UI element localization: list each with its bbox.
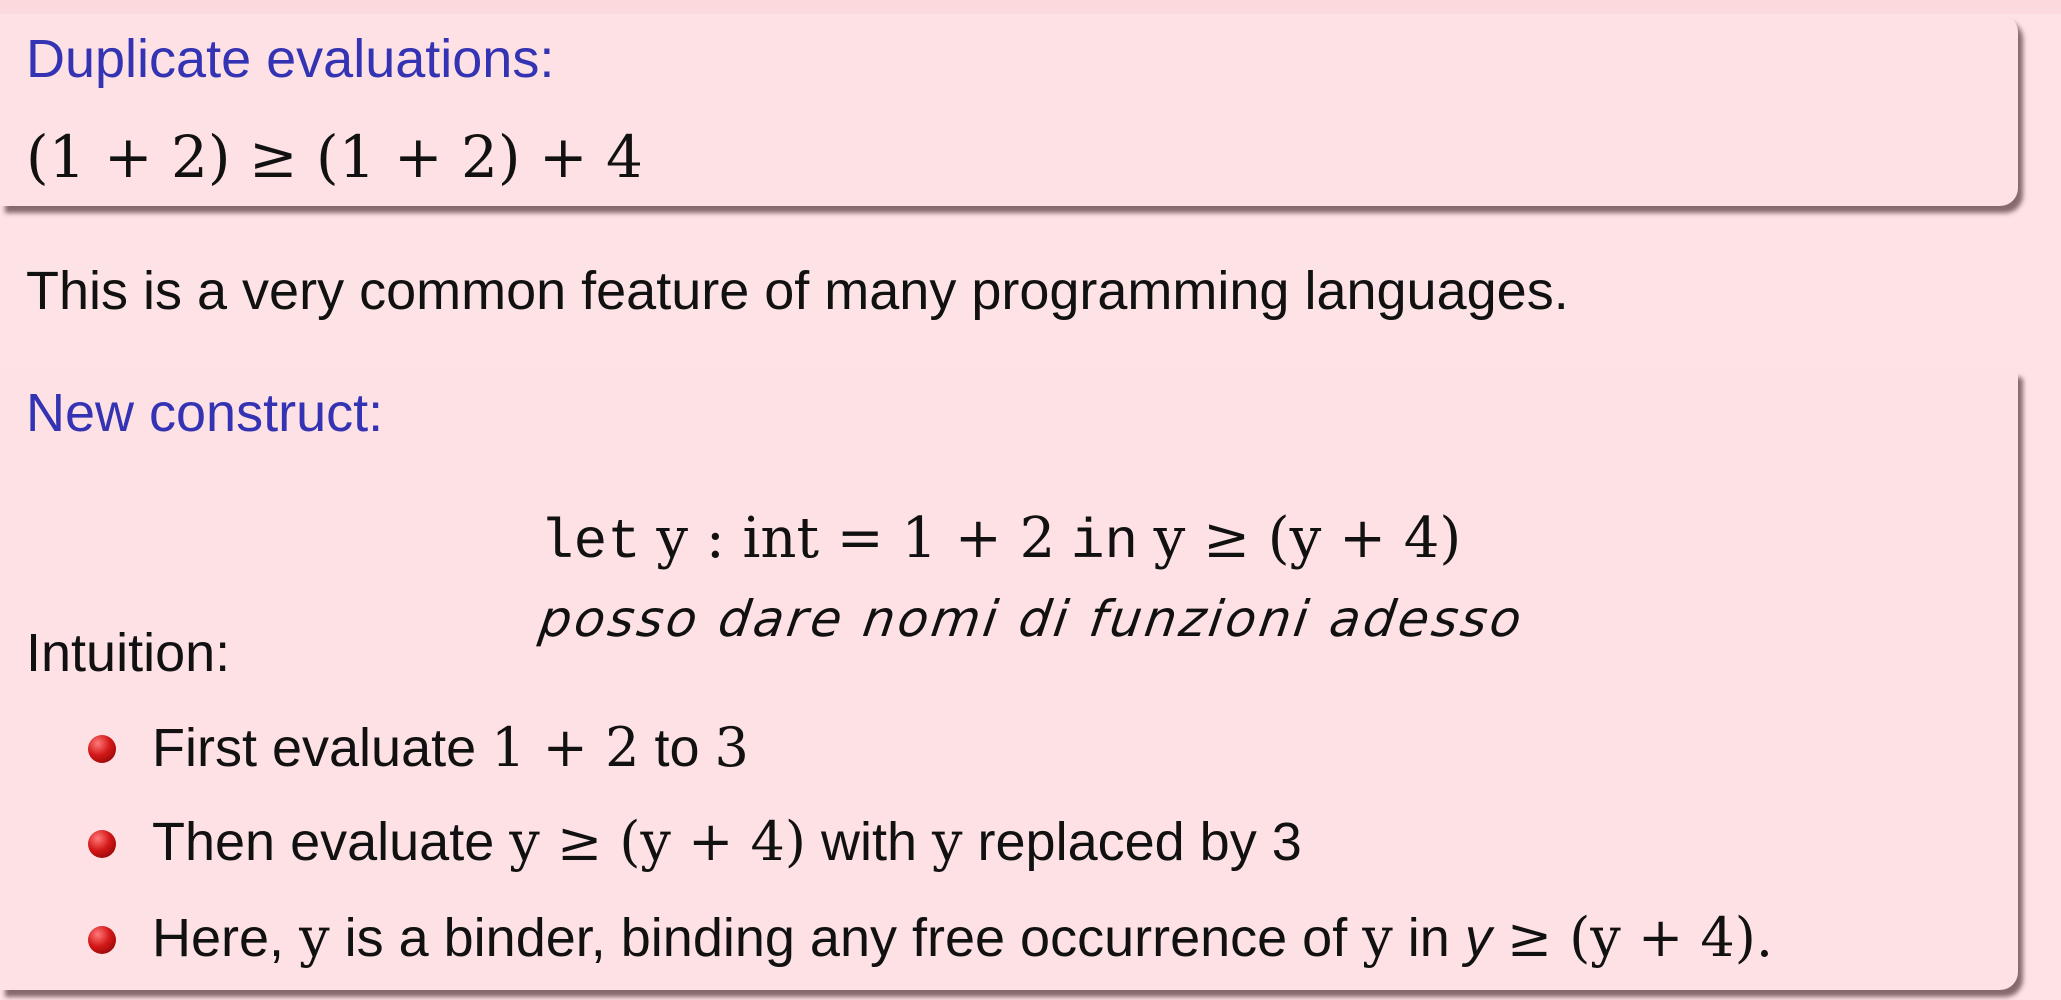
let-expression: let y : int = 1 + 2 in y ≥ (y + 4): [540, 510, 1461, 571]
bullet-item-3: Here, y is a binder, binding any free oc…: [152, 906, 1773, 969]
bullet-item-1: First evaluate 1 + 2 to 3: [152, 716, 749, 779]
let-keyword: let: [540, 510, 641, 574]
formula-duplicate: (1 + 2) ≥ (1 + 2) + 4: [26, 123, 643, 191]
intuition-label: Intuition:: [26, 623, 231, 683]
new-construct-block: [0, 370, 2018, 990]
top-band: [0, 0, 2061, 14]
bullet-icon: [88, 735, 116, 763]
block-heading-new-construct: New construct:: [26, 383, 384, 443]
bullet-icon: [88, 830, 116, 858]
handwritten-note: posso dare nomi di funzioni adesso: [535, 590, 1528, 648]
bullet-icon: [88, 926, 116, 954]
let-body: y ≥ (y + 4): [1153, 506, 1462, 571]
let-binding: y : int = 1 + 2: [656, 506, 1056, 571]
block-heading-duplicate: Duplicate evaluations:: [26, 29, 555, 89]
paragraph-feature: This is a very common feature of many pr…: [26, 261, 1569, 321]
bullet-item-2: Then evaluate y ≥ (y + 4) with y replace…: [152, 810, 1302, 873]
in-keyword: in: [1070, 510, 1139, 574]
